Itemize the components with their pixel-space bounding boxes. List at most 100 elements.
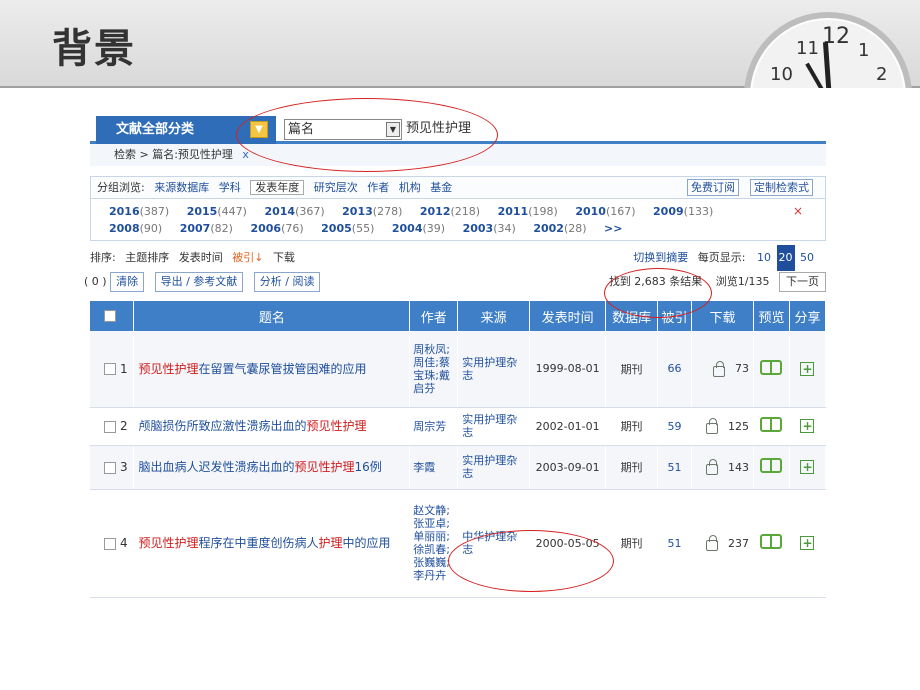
sort-option[interactable]: 发表时间: [179, 251, 223, 264]
book-preview-icon[interactable]: [760, 359, 783, 375]
column-header[interactable]: 发表时间: [529, 301, 607, 331]
group-option[interactable]: 基金: [430, 181, 452, 194]
year-item[interactable]: 2004(39): [392, 220, 445, 237]
book-preview-icon[interactable]: [760, 458, 783, 473]
year-item[interactable]: 2016(387): [109, 203, 169, 220]
lock-icon[interactable]: [705, 459, 718, 475]
citation-count[interactable]: 66: [657, 331, 693, 408]
column-header[interactable]: 题名: [133, 301, 411, 331]
analyze-button[interactable]: 分析 / 阅读: [253, 272, 321, 292]
article-title-link[interactable]: 脑出血病人迟发性溃疡出血的预见性护理16例: [133, 445, 411, 490]
authors[interactable]: 周宗芳: [409, 407, 459, 446]
book-preview-icon[interactable]: [760, 417, 783, 432]
year-item[interactable]: 2005(55): [321, 220, 374, 237]
row-checkbox[interactable]: [104, 420, 116, 433]
row-checkbox[interactable]: [104, 537, 116, 550]
table-row: 3 脑出血病人迟发性溃疡出血的预见性护理16例 李霞 实用护理杂志 2003-0…: [90, 445, 827, 490]
next-page-button[interactable]: 下一页: [779, 272, 826, 292]
share-plus-icon[interactable]: +: [800, 361, 815, 376]
switch-summary-link[interactable]: 切换到摘要: [633, 251, 688, 264]
share-plus-icon[interactable]: +: [800, 419, 815, 433]
close-icon[interactable]: ×: [793, 203, 803, 220]
sort-option-active[interactable]: 被引↓: [232, 251, 263, 264]
share-cell[interactable]: +: [789, 331, 827, 408]
group-option[interactable]: 学科: [219, 181, 241, 194]
column-header[interactable]: 作者: [409, 301, 459, 331]
row-checkbox[interactable]: [104, 461, 116, 474]
source-link[interactable]: 实用护理杂志: [457, 407, 531, 446]
annotation-oval-source: [448, 530, 614, 592]
year-item[interactable]: 2014(367): [264, 203, 324, 220]
download-cell[interactable]: 73: [691, 331, 754, 408]
select-all-header[interactable]: [90, 301, 135, 331]
row-checkbox[interactable]: [104, 363, 116, 376]
year-row-2: 2008(90) 2007(82) 2006(76) 2005(55) 2004…: [109, 220, 819, 237]
download-cell[interactable]: 237: [691, 489, 754, 598]
group-option[interactable]: 作者: [367, 181, 389, 194]
authors[interactable]: 周秋凤;周佳;蔡宝珠;戴启芬: [409, 331, 459, 408]
slide-title: 背景: [52, 26, 136, 72]
group-option[interactable]: 研究层次: [314, 181, 358, 194]
authors[interactable]: 李霞: [409, 445, 459, 490]
subscribe-button[interactable]: 免费订阅: [687, 179, 739, 196]
group-option[interactable]: 机构: [399, 181, 421, 194]
column-header[interactable]: 分享: [789, 301, 827, 331]
authors[interactable]: 赵文静;张亚卓;单丽丽;徐凯春;张巍巍;李丹卉: [409, 489, 459, 598]
source-link[interactable]: 实用护理杂志: [457, 445, 531, 490]
year-item[interactable]: 2003(34): [463, 220, 516, 237]
citation-count[interactable]: 59: [657, 407, 693, 446]
year-item[interactable]: 2011(198): [498, 203, 558, 220]
download-cell[interactable]: 143: [691, 445, 754, 490]
year-item[interactable]: 2015(447): [187, 203, 247, 220]
lock-icon[interactable]: [705, 535, 718, 551]
per-page-option[interactable]: 10: [755, 245, 773, 271]
per-page-option-selected[interactable]: 20: [776, 245, 795, 271]
book-preview-icon[interactable]: [760, 534, 783, 549]
selected-count: ( 0 ): [84, 275, 107, 288]
preview-cell[interactable]: [753, 489, 790, 598]
download-cell[interactable]: 125: [691, 407, 754, 446]
page-indicator: 浏览1/135: [715, 275, 770, 288]
group-option[interactable]: 来源数据库: [154, 181, 209, 194]
custom-query-button[interactable]: 定制检索式: [750, 179, 813, 196]
year-item[interactable]: 2006(76): [250, 220, 303, 237]
table-row: 4 预见性护理程序在中重度创伤病人护理中的应用 赵文静;张亚卓;单丽丽;徐凯春;…: [90, 489, 827, 598]
year-item[interactable]: 2002(28): [533, 220, 586, 237]
article-title-link[interactable]: 预见性护理在留置气囊尿管拔管困难的应用: [133, 331, 411, 408]
article-title-link[interactable]: 颅脑损伤所致应激性溃疡出血的预见性护理: [133, 407, 411, 446]
database: 期刊: [605, 489, 659, 598]
sort-option[interactable]: 下载: [273, 251, 295, 264]
year-item[interactable]: 2008(90): [109, 220, 162, 237]
year-filter-list: 2016(387) 2015(447) 2014(367) 2013(278) …: [91, 199, 825, 240]
sort-option[interactable]: 主题排序: [125, 251, 169, 264]
select-all-checkbox[interactable]: [103, 310, 116, 322]
citation-count[interactable]: 51: [657, 489, 693, 598]
article-title-link[interactable]: 预见性护理程序在中重度创伤病人护理中的应用: [133, 489, 411, 598]
source-link[interactable]: 实用护理杂志: [457, 331, 531, 408]
share-cell[interactable]: +: [789, 445, 827, 490]
group-option-active[interactable]: 发表年度: [250, 180, 305, 195]
more-years-link[interactable]: >>: [604, 220, 622, 237]
column-header[interactable]: 预览: [753, 301, 790, 331]
lock-icon[interactable]: [712, 360, 725, 377]
year-item[interactable]: 2012(218): [420, 203, 480, 220]
year-item[interactable]: 2009(133): [653, 203, 713, 220]
per-page-option[interactable]: 50: [798, 245, 816, 271]
share-plus-icon[interactable]: +: [800, 536, 815, 550]
clear-button[interactable]: 清除: [110, 272, 145, 292]
column-header[interactable]: 来源: [457, 301, 531, 331]
share-plus-icon[interactable]: +: [800, 460, 815, 474]
export-button[interactable]: 导出 / 参考文献: [154, 272, 244, 292]
preview-cell[interactable]: [753, 445, 790, 490]
preview-cell[interactable]: [753, 407, 790, 446]
share-cell[interactable]: +: [789, 407, 827, 446]
preview-cell[interactable]: [753, 331, 790, 408]
citation-count[interactable]: 51: [657, 445, 693, 490]
group-browse-header: 分组浏览: 来源数据库 学科 发表年度 研究层次 作者 机构 基金 免费订阅 定…: [91, 177, 825, 199]
year-item[interactable]: 2010(167): [575, 203, 635, 220]
year-item[interactable]: 2013(278): [342, 203, 402, 220]
share-cell[interactable]: +: [789, 489, 827, 598]
action-bar: ( 0 ) 清除 导出 / 参考文献 分析 / 阅读 找到 2,683 条结果 …: [84, 271, 826, 297]
year-item[interactable]: 2007(82): [180, 220, 233, 237]
lock-icon[interactable]: [705, 418, 718, 434]
